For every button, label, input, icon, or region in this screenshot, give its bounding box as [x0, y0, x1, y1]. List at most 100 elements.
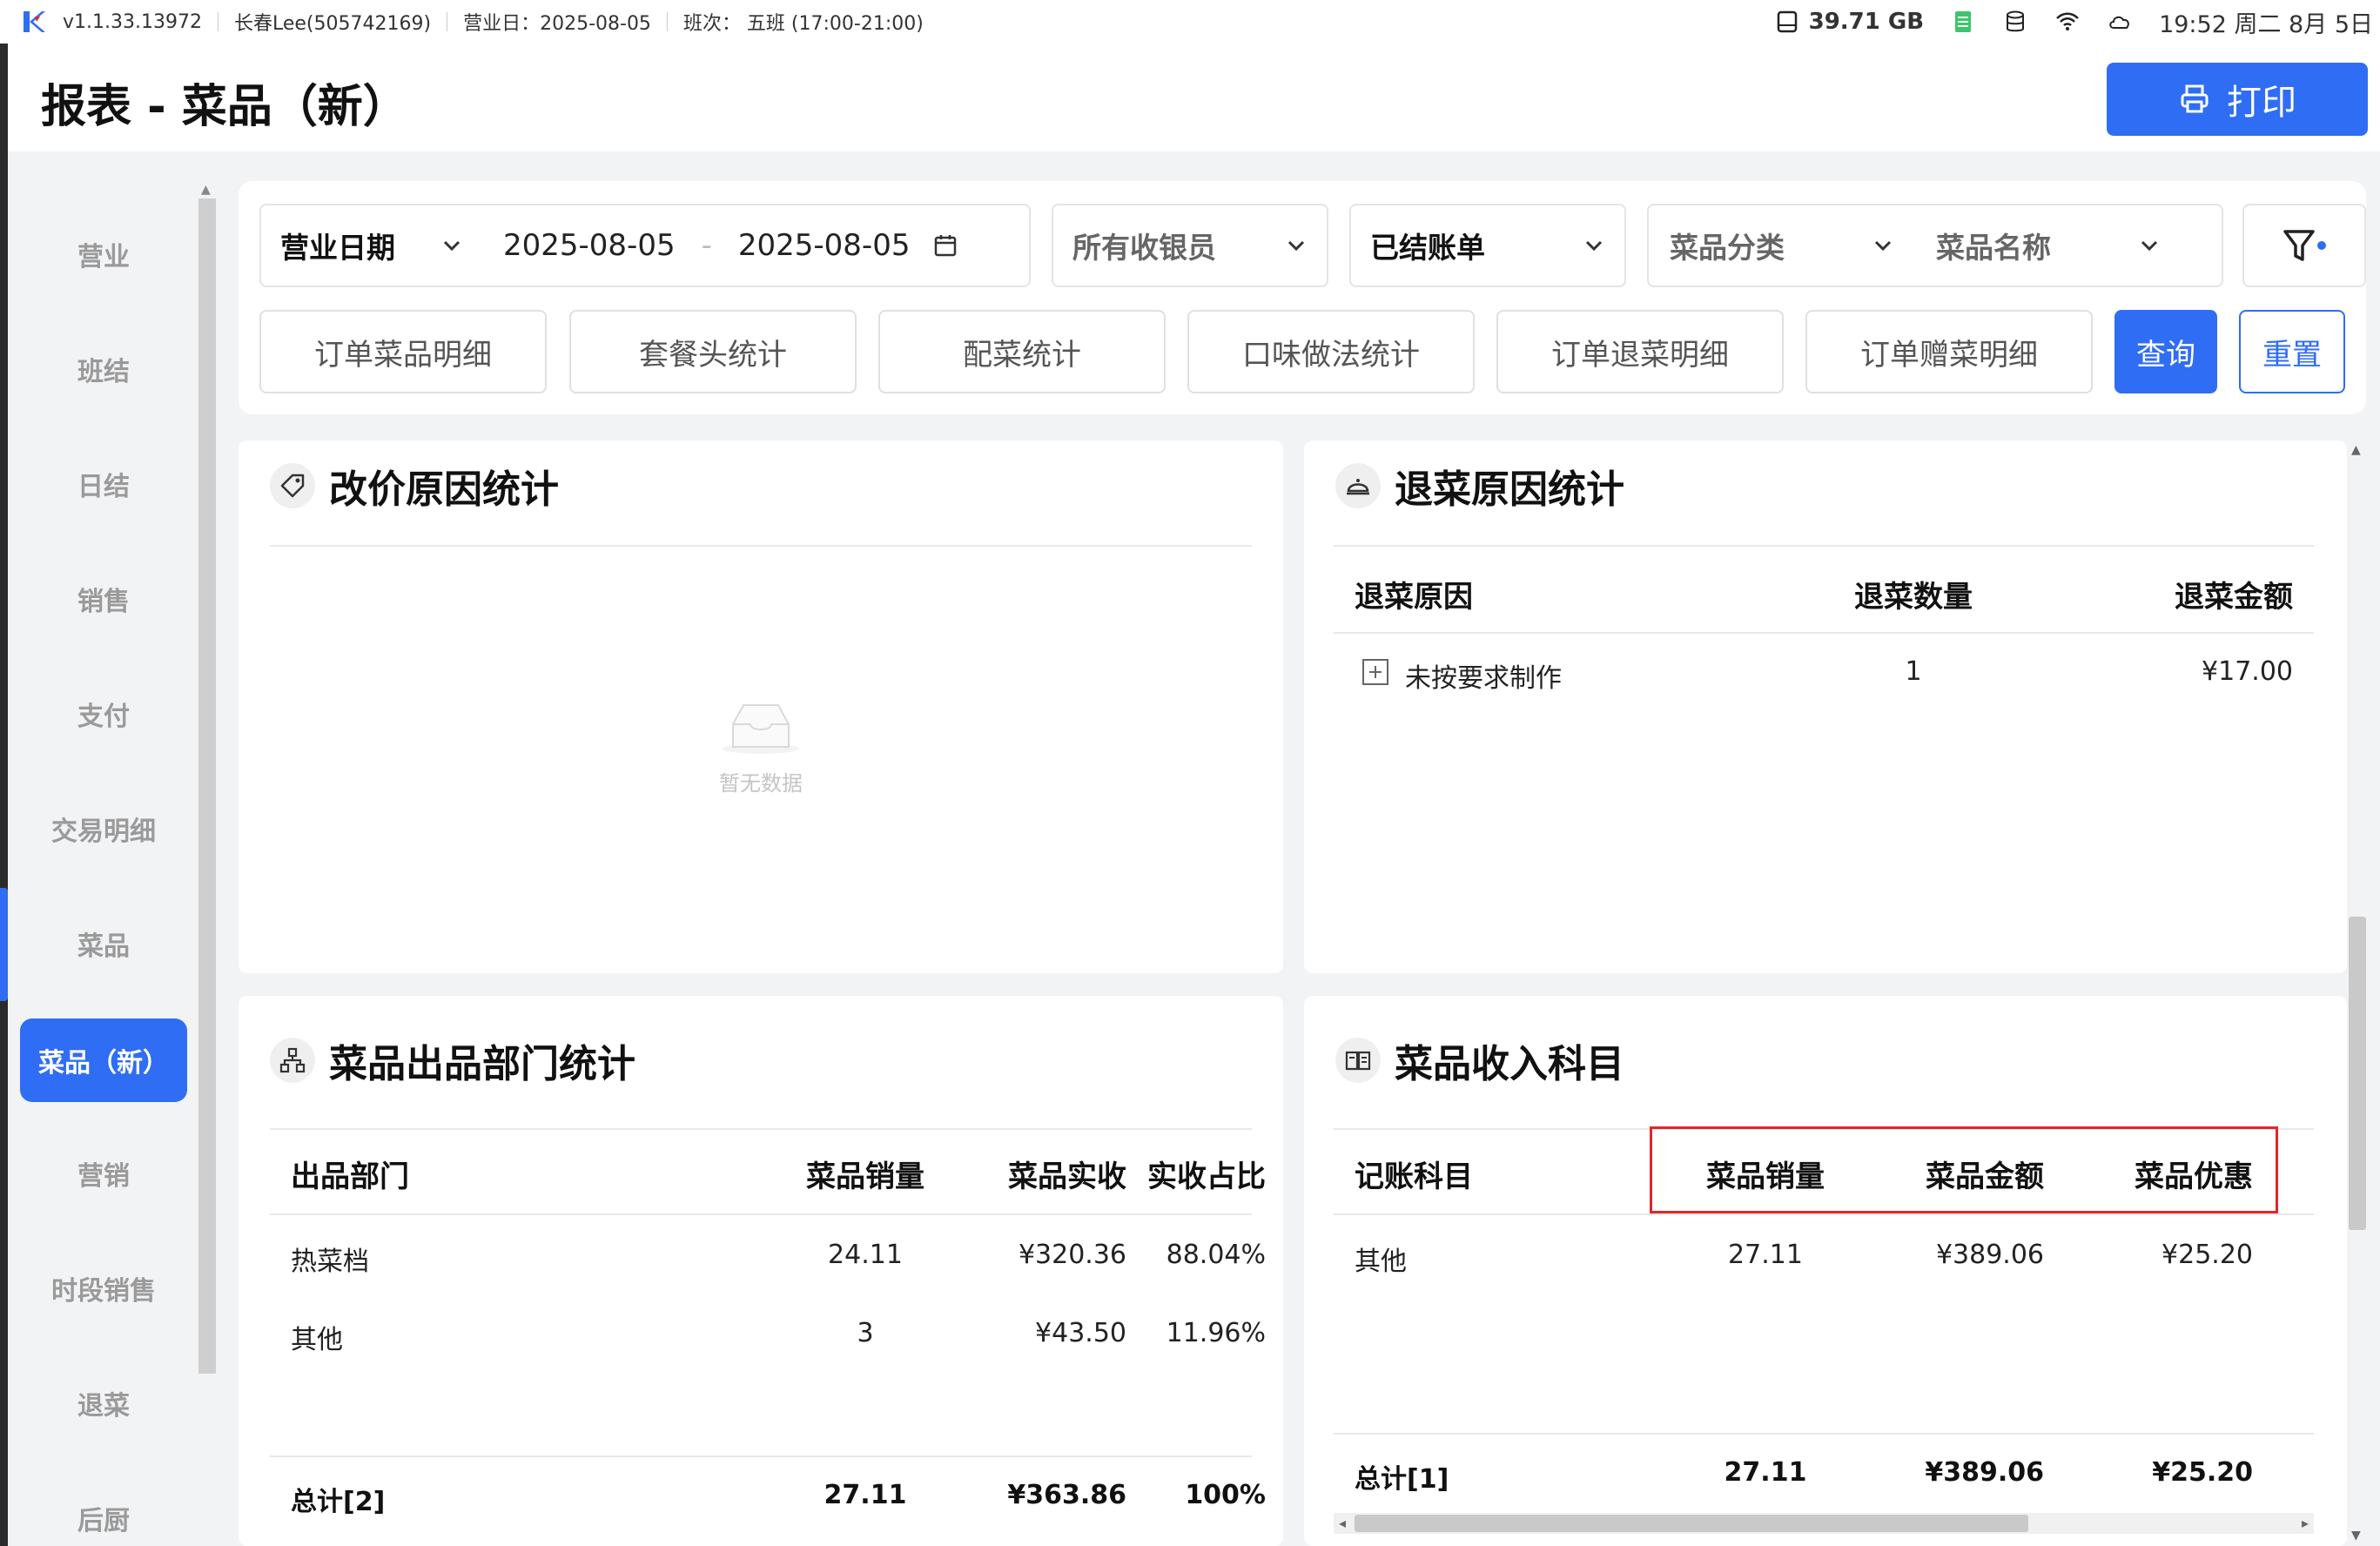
sidebar-item-shift-close[interactable]: 班结 — [20, 327, 187, 411]
chevron-down-icon — [1287, 240, 1305, 252]
income-subject-title-text: 菜品收入科目 — [1395, 1042, 1624, 1086]
chevron-down-icon[interactable] — [1872, 234, 1894, 257]
sidebar-item-transactions[interactable]: 交易明细 — [20, 787, 187, 870]
dept-total-label: 总计[2] — [291, 1487, 386, 1517]
income-total-discount: ¥25.20 — [2152, 1457, 2253, 1488]
edge-indicator — [0, 888, 8, 1001]
cloche-icon — [1335, 463, 1381, 508]
bill-status-select[interactable]: 已结账单 — [1349, 204, 1626, 287]
empty-state-text: 暂无数据 — [719, 771, 803, 796]
sidebar-scrollbar[interactable]: ▲ — [198, 181, 216, 1546]
disk-space: 39.71 GB — [1774, 9, 1924, 35]
chevron-down-icon — [1585, 240, 1603, 252]
sidebar-item-sales[interactable]: 销售 — [20, 557, 187, 641]
vertical-scroll-thumb[interactable] — [2349, 917, 2366, 1230]
start-date[interactable]: 2025-08-05 — [503, 228, 676, 263]
dept-received-cell: ¥320.36 — [1018, 1240, 1126, 1270]
dept-qty-cell: 3 — [857, 1318, 874, 1348]
table-header-divider — [1334, 1213, 2314, 1215]
production-dept-card: 菜品出品部门统计 出品部门 菜品销量 菜品实收 实收占比 热菜档 24.11 ¥… — [239, 996, 1283, 1546]
page-title: 报表 - 菜品（新） — [41, 81, 408, 133]
income-qty-cell: 27.11 — [1728, 1240, 1803, 1270]
current-user: 长春Lee(505742169) — [233, 13, 432, 35]
dept-ratio-cell: 88.04% — [1166, 1240, 1266, 1270]
income-amount-cell: ¥389.06 — [1935, 1240, 2044, 1270]
disk-icon — [1777, 10, 1797, 33]
card-divider — [270, 545, 1252, 547]
expand-plus-icon[interactable] — [1361, 658, 1389, 686]
advanced-filter-button[interactable] — [2242, 204, 2366, 287]
scroll-up-arrow-icon[interactable]: ▲ — [2351, 443, 2361, 457]
income-subject-card: 菜品收入科目 记账科目 菜品销量 菜品金额 菜品优惠 其他 27.11 ¥389… — [1304, 996, 2347, 1546]
dept-qty-cell: 24.11 — [828, 1240, 903, 1270]
scroll-left-arrow-icon[interactable]: ◂ — [1339, 1513, 1346, 1534]
combo-head-stats-button[interactable]: 套餐头统计 — [569, 310, 857, 393]
dish-name-select[interactable]: 菜品名称 — [1936, 225, 2051, 266]
income-subject-cell: 其他 — [1355, 1247, 1407, 1277]
table-header-divider — [270, 1213, 1252, 1215]
order-gift-detail-button[interactable]: 订单赠菜明细 — [1805, 310, 2093, 393]
dept-total-qty: 27.11 — [824, 1480, 907, 1510]
horizontal-scroll-thumb[interactable] — [1355, 1515, 2028, 1532]
income-subject-title: 菜品收入科目 — [1335, 1032, 1624, 1088]
org-chart-icon — [270, 1038, 315, 1083]
sidebar-item-dishes[interactable]: 菜品 — [20, 902, 187, 985]
table-horizontal-scrollbar[interactable]: ◂ ▸ — [1334, 1513, 2314, 1534]
sidebar-item-period-sales[interactable]: 时段销售 — [20, 1247, 187, 1330]
empty-state: 暂无数据 — [239, 700, 1283, 797]
income-total-label: 总计[1] — [1355, 1464, 1449, 1495]
app-logo-icon — [24, 11, 45, 32]
dept-received-cell: ¥43.50 — [1035, 1318, 1126, 1348]
query-button[interactable]: 查询 — [2114, 310, 2217, 393]
table-total-divider — [1334, 1433, 2314, 1435]
sidebar-scroll-thumb[interactable] — [198, 198, 216, 1374]
scroll-up-arrow-icon[interactable]: ▲ — [201, 183, 211, 197]
order-return-detail-button[interactable]: 订单退菜明细 — [1496, 310, 1784, 393]
database-icon[interactable] — [2002, 9, 2028, 35]
sidebar-item-day-close[interactable]: 日结 — [20, 442, 187, 526]
sidebar-item-payment[interactable]: 支付 — [20, 672, 187, 756]
cashier-select[interactable]: 所有收银员 — [1052, 204, 1328, 287]
dept-ratio-cell: 11.96% — [1166, 1318, 1266, 1348]
business-day: 营业日：2025-08-05 — [463, 13, 651, 35]
content-vertical-scrollbar[interactable]: ▲ ▼ — [2347, 440, 2368, 1546]
clock: 19:52 周二 8月 5日 — [2159, 10, 2373, 38]
reset-button[interactable]: 重置 — [2239, 310, 2345, 393]
dept-total-received: ¥363.86 — [1007, 1480, 1126, 1510]
sidebar-item-marketing[interactable]: 营销 — [20, 1132, 187, 1215]
sidebar-item-kitchen[interactable]: 后厨 — [20, 1476, 187, 1546]
sidebar-item-dishes-new[interactable]: 菜品（新） — [20, 1018, 187, 1102]
sidebar-item-business[interactable]: 营业 — [20, 212, 187, 296]
date-range-picker[interactable]: 营业日期 2025-08-05 - 2025-08-05 — [259, 204, 1031, 287]
col-header-dept-received: 菜品实收 — [1008, 1160, 1126, 1194]
return-reason-cell: 未按要求制作 — [1405, 663, 1562, 694]
return-reason-title: 退菜原因统计 — [1335, 458, 1624, 514]
side-dish-stats-button[interactable]: 配菜统计 — [878, 310, 1166, 393]
dish-category-select[interactable]: 菜品分类 — [1670, 225, 1785, 266]
end-date[interactable]: 2025-08-05 — [738, 228, 911, 263]
income-total-qty: 27.11 — [1724, 1457, 1807, 1488]
col-header-dept: 出品部门 — [291, 1160, 409, 1194]
empty-box-icon — [723, 704, 799, 754]
dept-total-ratio: 100% — [1185, 1480, 1266, 1510]
print-button[interactable]: 打印 — [2107, 63, 2368, 136]
spreadsheet-icon[interactable] — [1950, 9, 1976, 35]
date-separator: - — [701, 228, 712, 263]
production-dept-title-text: 菜品出品部门统计 — [329, 1042, 635, 1086]
flavor-stats-button[interactable]: 口味做法统计 — [1187, 310, 1475, 393]
cloud-icon[interactable] — [2107, 9, 2133, 35]
scroll-right-arrow-icon[interactable]: ▸ — [2302, 1513, 2309, 1534]
sidebar-item-returns[interactable]: 退菜 — [20, 1361, 187, 1445]
col-header-dept-qty: 菜品销量 — [806, 1160, 924, 1194]
window-left-edge — [0, 44, 8, 1546]
dept-name-cell: 热菜档 — [291, 1247, 369, 1277]
scroll-down-arrow-icon[interactable]: ▼ — [2351, 1529, 2361, 1543]
col-header-subject: 记账科目 — [1355, 1160, 1473, 1194]
table-header-divider — [1334, 632, 2314, 634]
chevron-down-icon[interactable] — [2138, 234, 2161, 257]
highlight-box — [1650, 1126, 2278, 1213]
order-dish-detail-button[interactable]: 订单菜品明细 — [259, 310, 547, 393]
wifi-icon[interactable] — [2054, 9, 2081, 35]
filter-panel: 营业日期 2025-08-05 - 2025-08-05 所有收银员 已结账单 … — [239, 181, 2366, 414]
date-type-select[interactable]: 营业日期 — [280, 225, 395, 266]
